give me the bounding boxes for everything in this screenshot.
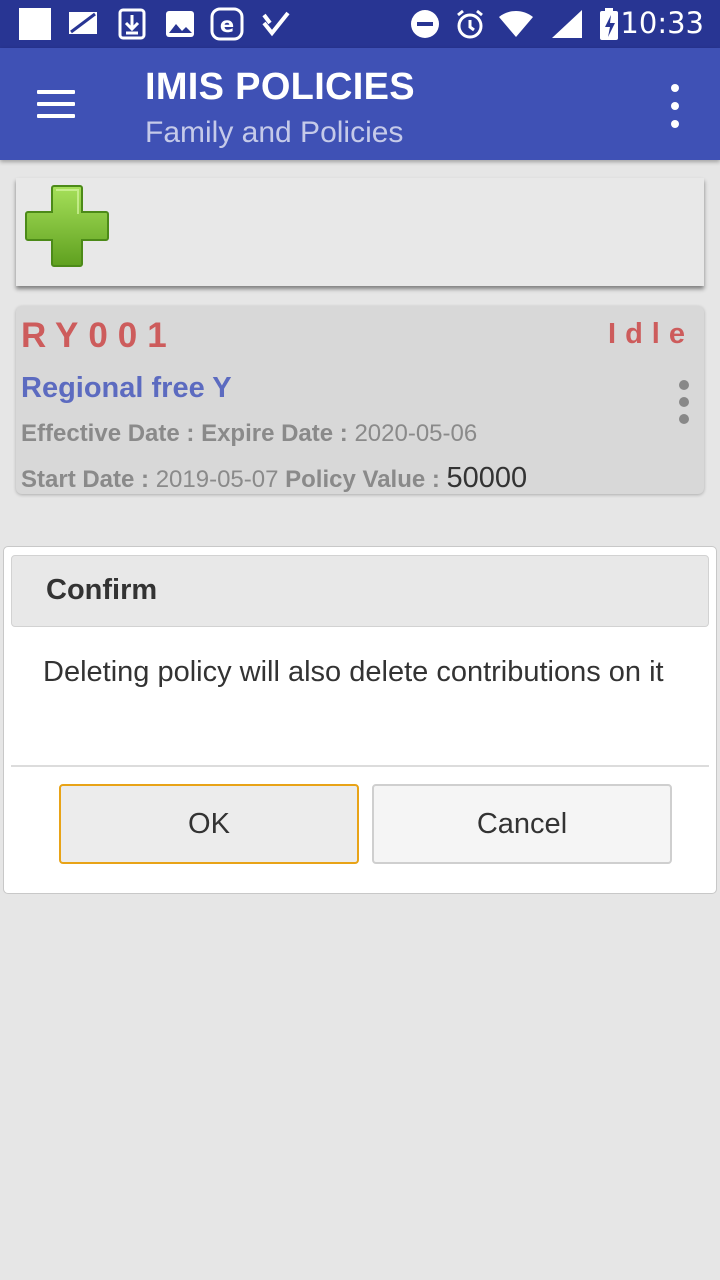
dialog-header: Confirm — [11, 555, 709, 627]
battery-charging-icon — [598, 8, 620, 40]
policy-value: 50000 — [446, 462, 528, 494]
confirm-dialog: Confirm Deleting policy will also delete… — [3, 546, 717, 894]
status-bar: e 10:33 — [0, 0, 720, 48]
cancel-button[interactable]: Cancel — [372, 784, 672, 864]
signal-icon — [550, 8, 584, 40]
ok-button[interactable]: OK — [59, 784, 359, 864]
product-name: Regional free Y — [21, 372, 232, 404]
expire-date-label: Expire Date : — [201, 420, 348, 447]
svg-text:e: e — [220, 13, 234, 37]
add-policy-plus-icon[interactable] — [22, 182, 112, 272]
add-policy-panel — [16, 178, 704, 286]
e-icon: e — [210, 7, 244, 41]
policy-start-row: Start Date : 2019-05-07 Policy Value : 5… — [21, 462, 527, 495]
image-icon — [164, 8, 196, 40]
policy-code: RY001 — [21, 316, 177, 355]
dialog-divider — [11, 765, 709, 767]
check-icon — [260, 8, 292, 40]
policy-value-label: Policy Value : — [285, 466, 440, 493]
clock: 10:33 — [620, 6, 704, 40]
dialog-title: Confirm — [46, 574, 158, 606]
square-icon — [18, 8, 52, 40]
page-subtitle: Family and Policies — [145, 116, 404, 149]
policy-more-options-icon[interactable] — [678, 380, 690, 424]
dialog-message: Deleting policy will also delete contrib… — [43, 656, 664, 688]
start-date-value: 2019-05-07 — [155, 466, 279, 493]
policy-status: Idle — [608, 318, 694, 350]
effective-date-label: Effective Date : — [21, 420, 195, 447]
expire-date-value: 2020-05-06 — [354, 420, 478, 447]
hamburger-menu-icon[interactable] — [24, 76, 88, 132]
alarm-icon — [454, 8, 486, 40]
download-icon — [118, 8, 146, 40]
start-date-label: Start Date : — [21, 466, 150, 493]
page-title: IMIS POLICIES — [145, 66, 415, 108]
policy-card[interactable]: RY001 Idle Regional free Y Effective Dat… — [16, 306, 704, 494]
overflow-menu-icon[interactable] — [660, 84, 690, 128]
no-sim-icon — [66, 8, 100, 40]
dnd-icon — [409, 8, 441, 40]
app-toolbar: IMIS POLICIES Family and Policies — [0, 48, 720, 160]
policy-dates-row: Effective Date : Expire Date : 2020-05-0… — [21, 420, 477, 448]
wifi-icon — [498, 8, 534, 40]
